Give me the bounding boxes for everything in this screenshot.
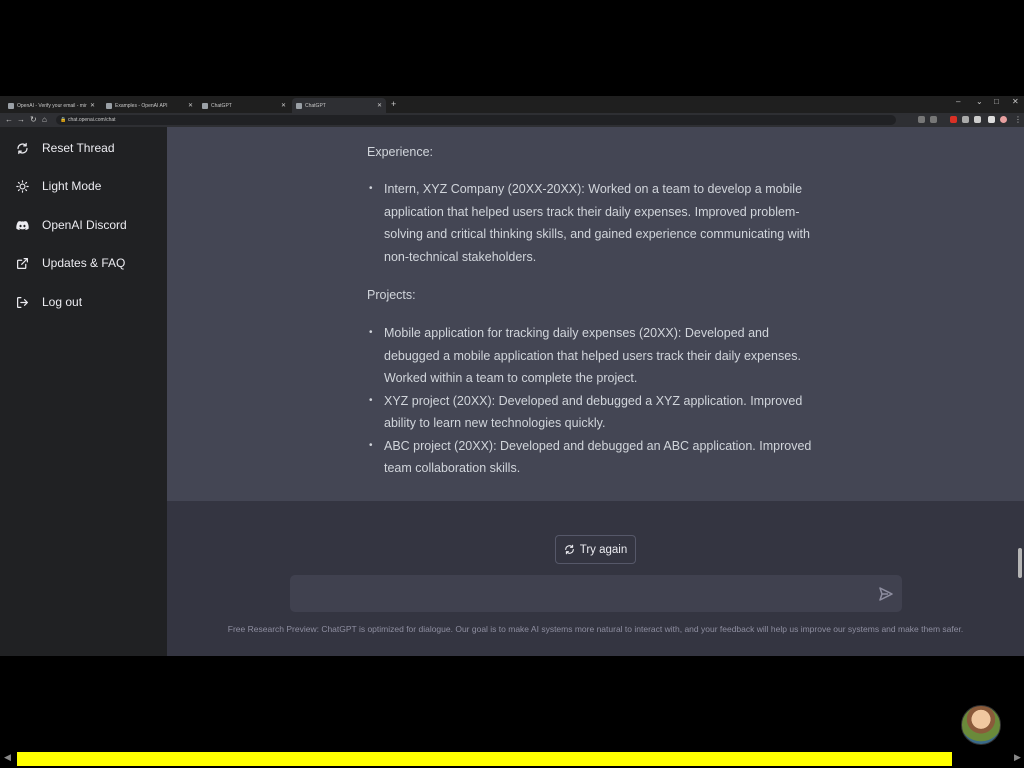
profile-avatar-icon[interactable]	[1000, 116, 1007, 123]
list-item: Mobile application for tracking daily ex…	[367, 322, 827, 390]
chevron-down-icon[interactable]: ⌄	[976, 97, 983, 106]
sidebar-item-label: Log out	[42, 295, 83, 309]
send-icon[interactable]	[878, 586, 894, 602]
reset-icon	[564, 544, 574, 555]
message-input[interactable]	[300, 583, 860, 603]
sidebar-item-openai-discord[interactable]: OpenAI Discord	[0, 210, 167, 240]
tab-chatgpt-active[interactable]: ChatGPT ✕	[292, 98, 386, 113]
sidebar-item-label: Updates & FAQ	[42, 256, 126, 270]
composer-area: Try again Free Research Preview: ChatGPT…	[167, 501, 1024, 656]
home-icon[interactable]: ⌂	[42, 114, 47, 126]
tab-label: ChatGPT	[211, 102, 232, 109]
tab-label: Examples - OpenAI API	[115, 102, 168, 109]
tab-examples-openai[interactable]: Examples - OpenAI API ✕	[102, 98, 197, 113]
favicon-icon	[8, 102, 14, 109]
presenter-avatar	[961, 705, 1001, 745]
sidebar-item-log-out[interactable]: Log out	[0, 287, 167, 317]
logout-icon	[17, 296, 28, 308]
reset-icon	[17, 142, 28, 154]
projects-list: Mobile application for tracking daily ex…	[367, 322, 827, 480]
sidebar-item-updates-faq[interactable]: Updates & FAQ	[0, 248, 167, 278]
favicon-icon	[106, 102, 112, 109]
sidebar: Reset Thread Light Mode OpenAI Discord U…	[0, 127, 167, 656]
message-input-box	[290, 575, 902, 612]
discord-icon	[16, 220, 29, 230]
url-text: chat.openai.com/chat	[68, 117, 116, 123]
experience-heading: Experience:	[367, 145, 434, 159]
sidepanel-icon[interactable]	[988, 116, 995, 123]
plus-icon[interactable]: +	[391, 99, 396, 109]
external-link-icon	[17, 257, 28, 269]
extension-icon[interactable]	[962, 116, 969, 123]
close-icon[interactable]: ✕	[1012, 97, 1019, 106]
seek-forward-icon[interactable]: ▶	[1014, 752, 1021, 763]
tab-bar: OpenAI - Verify your email - miri ✕ Exam…	[0, 96, 1024, 113]
sun-icon	[16, 179, 29, 193]
tab-chatgpt[interactable]: ChatGPT ✕	[198, 98, 290, 113]
url-field[interactable]: 🔒 chat.openai.com/chat	[56, 115, 896, 125]
video-progress-fill	[17, 752, 953, 766]
list-item: XYZ project (20XX): Developed and debugg…	[367, 390, 827, 435]
experience-list: Intern, XYZ Company (20XX-20XX): Worked …	[367, 178, 827, 268]
try-again-label: Try again	[579, 543, 628, 556]
tab-openai-verify[interactable]: OpenAI - Verify your email - miri ✕	[4, 98, 99, 113]
puzzle-icon[interactable]	[974, 116, 981, 123]
favicon-icon	[202, 102, 208, 109]
restore-icon[interactable]: □	[994, 97, 999, 106]
projects-heading: Projects:	[367, 288, 416, 302]
tab-label: OpenAI - Verify your email - miri	[17, 102, 87, 109]
menu-kebab-icon[interactable]: ⋮	[1014, 114, 1022, 126]
sidebar-item-label: Reset Thread	[42, 141, 115, 155]
sidebar-item-label: OpenAI Discord	[42, 218, 127, 232]
minimize-icon[interactable]: –	[956, 97, 960, 106]
footer-disclaimer: Free Research Preview: ChatGPT is optimi…	[227, 624, 964, 634]
list-item: ABC project (20XX): Developed and debugg…	[367, 435, 827, 480]
tab-close-icon[interactable]: ✕	[188, 102, 193, 109]
seek-back-icon[interactable]: ◀	[4, 752, 11, 763]
tab-close-icon[interactable]: ✕	[377, 102, 382, 109]
try-again-button[interactable]: Try again	[555, 535, 636, 564]
tab-label: ChatGPT	[305, 102, 326, 109]
tab-close-icon[interactable]: ✕	[90, 102, 95, 109]
forward-icon[interactable]: →	[17, 114, 25, 126]
browser-window: OpenAI - Verify your email - miri ✕ Exam…	[0, 96, 1024, 656]
extension-icon[interactable]	[918, 116, 925, 123]
video-progress-bar[interactable]	[17, 752, 1012, 766]
sidebar-item-label: Light Mode	[42, 179, 102, 193]
scrollbar-thumb[interactable]	[1018, 548, 1022, 578]
lock-icon: 🔒	[60, 117, 67, 123]
list-item: Intern, XYZ Company (20XX-20XX): Worked …	[367, 178, 827, 268]
chat-main: Experience: Intern, XYZ Company (20XX-20…	[167, 127, 1024, 656]
sidebar-item-light-mode[interactable]: Light Mode	[0, 171, 167, 201]
sidebar-item-reset-thread[interactable]: Reset Thread	[0, 133, 167, 163]
extension-icon[interactable]	[930, 116, 937, 123]
reload-icon[interactable]: ↻	[30, 114, 37, 126]
assistant-message: Experience: Intern, XYZ Company (20XX-20…	[167, 127, 1024, 501]
address-bar-row: ← → ↻ ⌂ 🔒 chat.openai.com/chat ⋮	[0, 113, 1024, 127]
tab-close-icon[interactable]: ✕	[281, 102, 286, 109]
extension-icon[interactable]	[950, 116, 957, 123]
favicon-icon	[296, 102, 302, 109]
back-icon[interactable]: ←	[5, 114, 13, 126]
